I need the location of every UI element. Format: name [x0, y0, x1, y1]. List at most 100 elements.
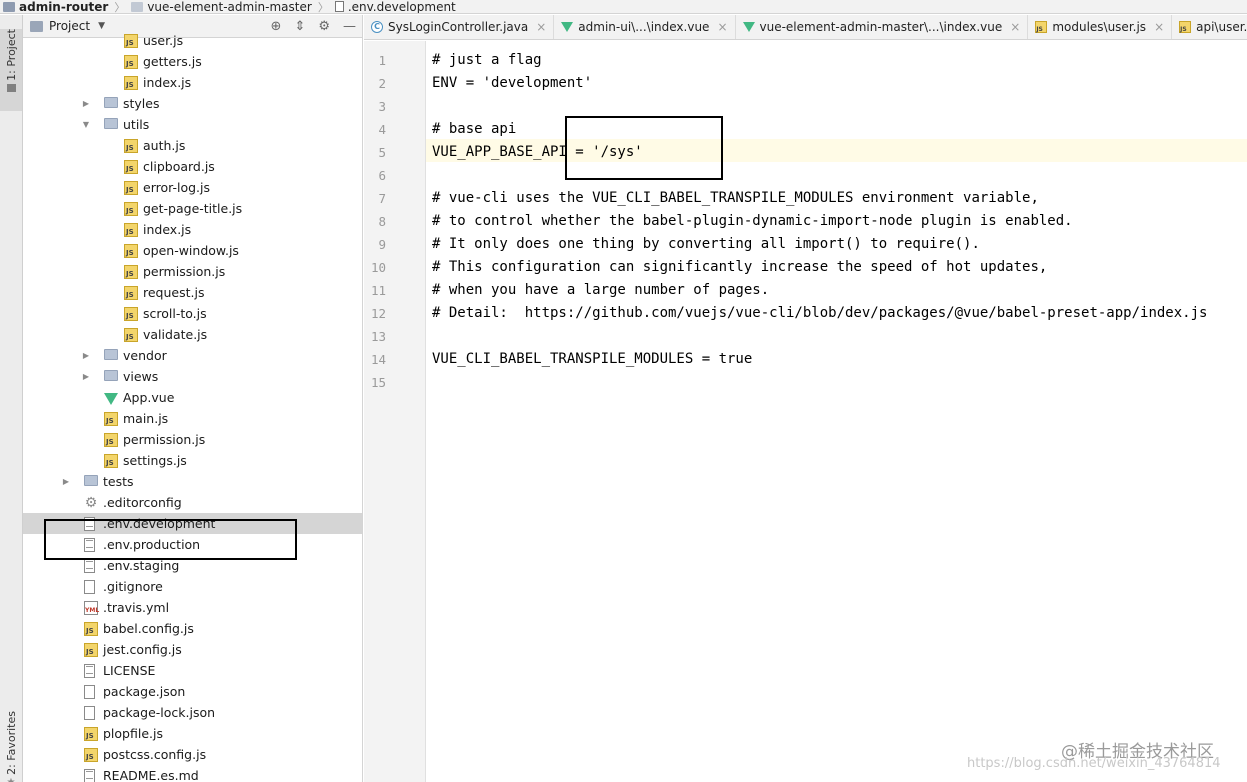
tree-item[interactable]: JS permission.js — [23, 429, 362, 450]
favorites-tool-tab[interactable]: 2: Favorites ★ — [0, 711, 22, 782]
line-number: 12 — [370, 306, 386, 321]
tree-item-label: .travis.yml — [103, 600, 170, 615]
tree-item[interactable]: JS babel.config.js — [23, 618, 362, 639]
tree-item[interactable]: JS getters.js — [23, 51, 362, 72]
tree-item[interactable]: ▼ utils — [23, 114, 362, 135]
line-number-gutter: 1 2 3 4 5 6 7 8 9 10 11 12 13 14 15 — [364, 41, 426, 782]
chevron-right-icon[interactable]: ▶ — [81, 99, 91, 108]
tree-item[interactable]: JS user.js — [23, 30, 362, 51]
tree-item[interactable]: LICENSE — [23, 660, 362, 681]
editor-tab[interactable]: vue-element-admin-master\...\index.vue × — [736, 15, 1029, 39]
tree-item[interactable]: JS main.js — [23, 408, 362, 429]
vue-file-icon — [561, 22, 574, 32]
tree-item[interactable]: App.vue — [23, 387, 362, 408]
tree-item-label: package-lock.json — [103, 705, 216, 720]
left-tool-strip: 1: Project 2: Favorites ★ — [0, 15, 23, 782]
tree-item[interactable]: .env.staging — [23, 555, 362, 576]
editor-tab-label: admin-ui\...\index.vue — [578, 20, 710, 34]
tree-item[interactable]: JS request.js — [23, 282, 362, 303]
close-icon[interactable]: × — [1010, 20, 1020, 34]
tree-item-label: .gitignore — [103, 579, 163, 594]
code-line: # vue-cli uses the VUE_CLI_BABEL_TRANSPI… — [432, 190, 1039, 206]
vue-file-icon — [104, 391, 118, 405]
project-panel: Project ▼ ⊕ ⇕ ⚙ — JS user.js JS getters.js J… — [23, 15, 363, 782]
tree-item[interactable]: JS permission.js — [23, 261, 362, 282]
tree-item-label: clipboard.js — [143, 159, 215, 174]
editor-tab[interactable]: JS modules\user.js × — [1028, 15, 1173, 39]
chevron-right-icon[interactable]: ▶ — [61, 477, 71, 486]
editor-tab[interactable]: JSapi\user.js× — [1172, 15, 1247, 39]
tree-item[interactable]: package-lock.json — [23, 702, 362, 723]
line-number: 2 — [378, 76, 386, 91]
tree-item[interactable]: JS get-page-title.js — [23, 198, 362, 219]
tree-item[interactable]: JS index.js — [23, 219, 362, 240]
tree-item[interactable]: JS jest.config.js — [23, 639, 362, 660]
editor-tab[interactable]: admin-ui\...\index.vue × — [554, 15, 736, 39]
js-file-icon: JS — [104, 433, 118, 447]
tree-item-label: request.js — [143, 285, 205, 300]
chevron-right-icon[interactable]: ▶ — [81, 372, 91, 381]
watermark-url: https://blog.csdn.net/weixin_43764814 — [967, 756, 1221, 771]
tree-item-label: jest.config.js — [103, 642, 182, 657]
text-file-icon — [334, 1, 344, 12]
json-file-icon — [84, 685, 95, 699]
folder-icon — [104, 97, 118, 108]
tree-item[interactable]: JS scroll-to.js — [23, 303, 362, 324]
tree-item[interactable]: JS validate.js — [23, 324, 362, 345]
tree-item[interactable]: JS clipboard.js — [23, 156, 362, 177]
line-number: 4 — [378, 122, 386, 137]
tree-item-label: babel.config.js — [103, 621, 194, 636]
tree-item-label: getters.js — [143, 54, 202, 69]
tree-item-label: permission.js — [143, 264, 226, 279]
editor-tab[interactable]: C SysLoginController.java × — [364, 15, 555, 39]
chevron-down-icon[interactable]: ▼ — [81, 120, 91, 129]
code-line: # This configuration can significantly i… — [432, 259, 1048, 275]
chevron-right-icon[interactable]: ▶ — [81, 351, 91, 360]
js-file-icon: JS — [124, 265, 138, 279]
breadcrumb-label: vue-element-admin-master — [147, 0, 312, 14]
tree-item-label: LICENSE — [103, 663, 156, 678]
tree-item[interactable]: .gitignore — [23, 576, 362, 597]
tree-item-label: tests — [103, 474, 134, 489]
tree-item[interactable]: .env.development — [23, 513, 362, 534]
json-file-icon — [84, 706, 95, 720]
tree-item[interactable]: ▶ styles — [23, 93, 362, 114]
tree-item[interactable]: ▶ vendor — [23, 345, 362, 366]
breadcrumb-item-project[interactable]: admin-router — [0, 0, 111, 13]
js-file-icon: JS — [104, 412, 118, 426]
code-line: # just a flag — [432, 52, 542, 68]
star-icon: ★ — [7, 777, 16, 782]
tree-item[interactable]: ▶ tests — [23, 471, 362, 492]
text-file-icon — [84, 559, 95, 573]
tree-item[interactable]: package.json — [23, 681, 362, 702]
tree-item[interactable]: JS index.js — [23, 72, 362, 93]
tree-item-label: vendor — [123, 348, 167, 363]
close-icon[interactable]: × — [1154, 20, 1164, 34]
line-number: 8 — [378, 214, 386, 229]
tree-item[interactable]: JS auth.js — [23, 135, 362, 156]
tree-item-label: .editorconfig — [103, 495, 182, 510]
tree-item[interactable]: ▶ views — [23, 366, 362, 387]
code-line: ENV = 'development' — [432, 75, 593, 91]
project-tool-tab[interactable]: 1: Project — [0, 29, 22, 111]
tree-item[interactable]: YML .travis.yml — [23, 597, 362, 618]
tree-item[interactable]: JS postcss.config.js — [23, 744, 362, 765]
chevron-right-icon: 〉 — [114, 0, 126, 14]
breadcrumb-item-file[interactable]: .env.development — [332, 0, 459, 13]
tree-item[interactable]: JS settings.js — [23, 450, 362, 471]
tree-item-label: error-log.js — [143, 180, 210, 195]
breadcrumb-item-folder[interactable]: vue-element-admin-master — [128, 0, 314, 14]
line-number: 1 — [378, 53, 386, 68]
close-icon[interactable]: × — [717, 20, 727, 34]
tree-item[interactable]: JS plopfile.js — [23, 723, 362, 744]
code-area[interactable]: # just a flag ENV = 'development' # base a… — [426, 41, 1247, 782]
close-icon[interactable]: × — [536, 20, 546, 34]
tree-item-label: README.es.md — [103, 768, 199, 782]
tree-item[interactable]: JS open-window.js — [23, 240, 362, 261]
yml-file-icon: YML — [84, 601, 99, 615]
tree-item[interactable]: .env.production — [23, 534, 362, 555]
tree-item[interactable]: README.es.md — [23, 765, 362, 782]
js-file-icon: JS — [1179, 21, 1192, 33]
tree-item[interactable]: ⚙ .editorconfig — [23, 492, 362, 513]
tree-item[interactable]: JS error-log.js — [23, 177, 362, 198]
